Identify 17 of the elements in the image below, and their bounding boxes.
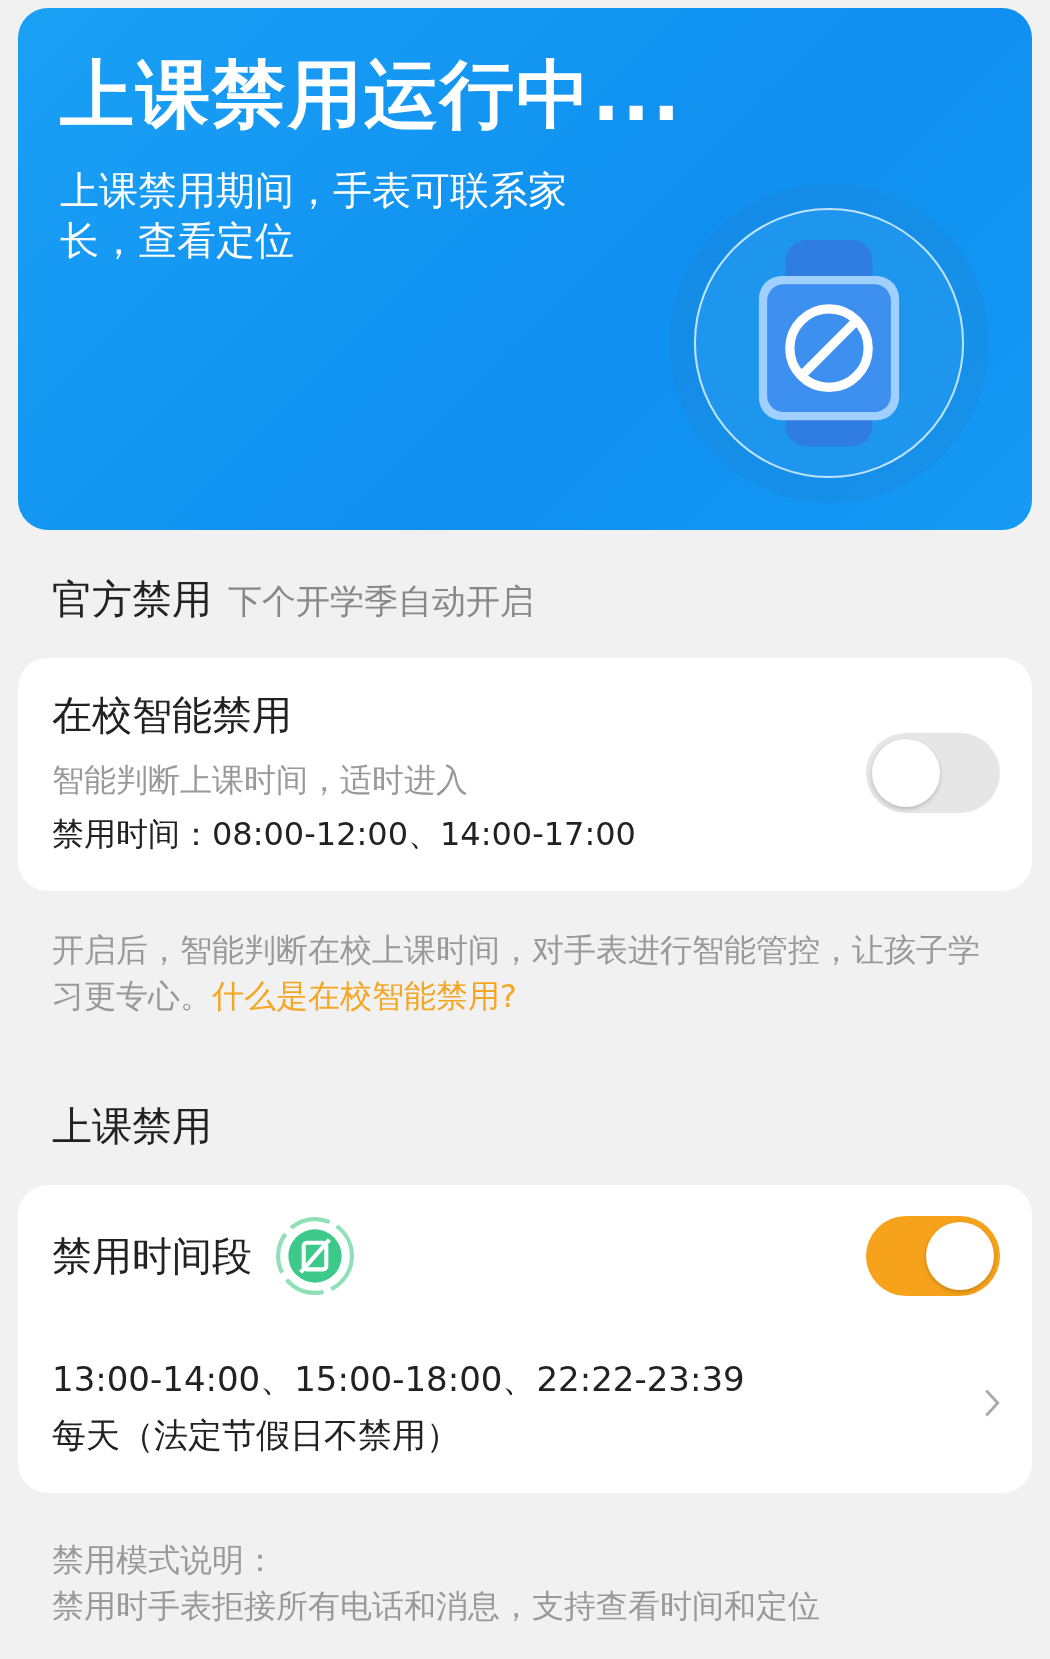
note-text: 开启后，智能判断在校上课时间，对手表进行智能管控，让孩子学习更专心。什么是在校智能禁用? — [52, 930, 981, 1017]
section-hint: 下个开学季自动开启 — [228, 580, 534, 623]
section-title: 上课禁用 — [52, 1102, 212, 1151]
banner-title: 上课禁用运行中... — [60, 50, 683, 139]
mode-explanation-text: 禁用时手表拒接所有电话和消息，支持查看时间和定位 — [52, 1586, 821, 1627]
setting-title: 禁用时间段 — [52, 1231, 252, 1281]
setting-title: 在校智能禁用 — [52, 691, 293, 740]
ban-periods: 13:00-14:00、15:00-18:00、22:22-23:39 — [52, 1358, 745, 1401]
blocked-badge-icon — [274, 1215, 356, 1297]
mode-explanation-title: 禁用模式说明： — [52, 1540, 277, 1581]
ban-times: 禁用时间：08:00-12:00、14:00-17:00 — [52, 814, 636, 855]
section-title: 官方禁用 — [52, 575, 212, 624]
setting-description: 智能判断上课时间，适时进入 — [52, 760, 469, 801]
chevron-right-icon[interactable] — [984, 1388, 1000, 1418]
repeat-rule: 每天（法定节假日不禁用） — [52, 1414, 461, 1457]
banner-subtitle: 上课禁用期间，手表可联系家长，查看定位 — [60, 167, 568, 265]
help-link[interactable]: 什么是在校智能禁用? — [212, 977, 517, 1015]
